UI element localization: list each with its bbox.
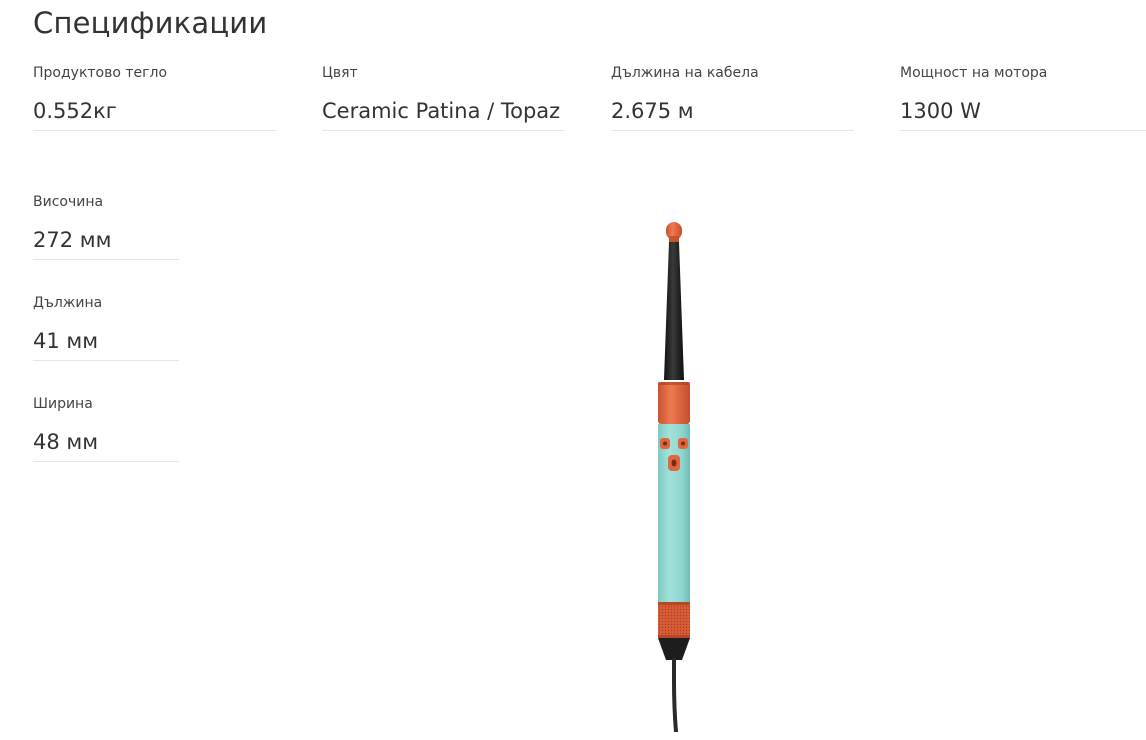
styler-collar	[658, 382, 690, 424]
styler-barrel	[664, 242, 684, 380]
spec-height: Височина 272 мм	[33, 193, 179, 260]
spec-length: Дължина 41 мм	[33, 294, 179, 361]
spec-width-value: 48 мм	[33, 428, 179, 462]
spec-length-label: Дължина	[33, 295, 103, 311]
spec-motor-power-label: Мощност на мотора	[900, 65, 1048, 81]
styler-filter	[658, 602, 690, 638]
styler-body	[658, 424, 690, 602]
spec-cable-length-value: 2.675 м	[611, 97, 854, 131]
hair-styler-product-image	[658, 222, 690, 732]
spec-height-value: 272 мм	[33, 226, 179, 260]
spec-weight-label: Продуктово тегло	[33, 65, 168, 81]
spec-color: Цвят Ceramic Patina / Topaz	[322, 64, 565, 131]
spec-width-label: Ширина	[33, 396, 93, 412]
spec-cable-length-label: Дължина на кабела	[611, 65, 759, 81]
spec-motor-power: Мощност на мотора 1300 W	[900, 64, 1146, 131]
spec-weight: Продуктово тегло 0.552кг	[33, 64, 276, 131]
spec-color-label: Цвят	[322, 65, 358, 81]
page-title: Спецификации	[33, 6, 268, 40]
styler-tip	[666, 222, 682, 242]
spec-length-value: 41 мм	[33, 327, 179, 361]
spec-color-value: Ceramic Patina / Topaz	[322, 97, 565, 131]
spec-cable-length: Дължина на кабела 2.675 м	[611, 64, 854, 131]
styler-base	[658, 638, 690, 660]
spec-weight-value: 0.552кг	[33, 97, 276, 131]
spec-motor-power-value: 1300 W	[900, 97, 1146, 131]
spec-width: Ширина 48 мм	[33, 395, 179, 462]
spec-height-label: Височина	[33, 194, 104, 210]
styler-cable	[672, 658, 678, 732]
